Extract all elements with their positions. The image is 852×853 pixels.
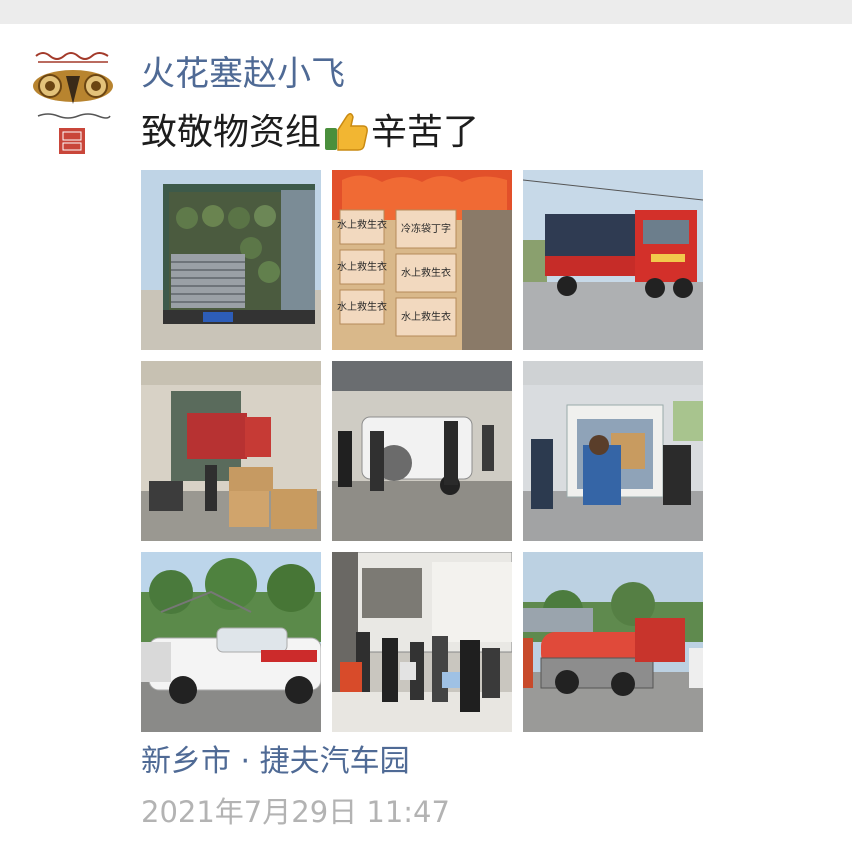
box-label-3: 水上救生衣 bbox=[337, 260, 387, 273]
photo-7[interactable] bbox=[141, 552, 321, 732]
author-name[interactable]: 火花塞赵小飞 bbox=[141, 54, 345, 94]
box-label-6: 水上救生衣 bbox=[401, 310, 451, 323]
thumbs-up-icon bbox=[323, 110, 369, 152]
photo-9[interactable] bbox=[523, 552, 703, 732]
location-link[interactable]: 新乡市 · 捷夫汽车园 bbox=[141, 742, 410, 782]
box-label-1: 水上救生衣 bbox=[337, 218, 387, 231]
photo-8[interactable] bbox=[332, 552, 512, 732]
photo-6[interactable] bbox=[523, 361, 703, 541]
photo-3[interactable] bbox=[523, 170, 703, 350]
moments-post: 火花塞赵小飞 致敬物资组 辛苦了 水上救生衣 冷冻袋丁字 水上救生衣 水上救生衣… bbox=[0, 24, 852, 853]
avatar[interactable] bbox=[28, 46, 118, 166]
box-label-5: 水上救生衣 bbox=[337, 300, 387, 313]
photo-5[interactable] bbox=[332, 361, 512, 541]
post-text: 致敬物资组 辛苦了 bbox=[141, 110, 479, 154]
photo-4[interactable] bbox=[141, 361, 321, 541]
box-label-4: 水上救生衣 bbox=[401, 266, 451, 279]
post-timestamp: 2021年7月29日 11:47 bbox=[141, 795, 450, 829]
photo-1[interactable] bbox=[141, 170, 321, 350]
avatar-logo-icon bbox=[33, 52, 113, 154]
post-text-after: 辛苦了 bbox=[371, 112, 480, 153]
photo-2[interactable]: 水上救生衣 冷冻袋丁字 水上救生衣 水上救生衣 水上救生衣 水上救生衣 bbox=[332, 170, 512, 350]
box-label-2: 冷冻袋丁字 bbox=[401, 222, 451, 235]
photo-grid: 水上救生衣 冷冻袋丁字 水上救生衣 水上救生衣 水上救生衣 水上救生衣 bbox=[141, 170, 703, 732]
status-bar bbox=[0, 0, 852, 24]
post-text-before: 致敬物资组 bbox=[141, 112, 322, 153]
